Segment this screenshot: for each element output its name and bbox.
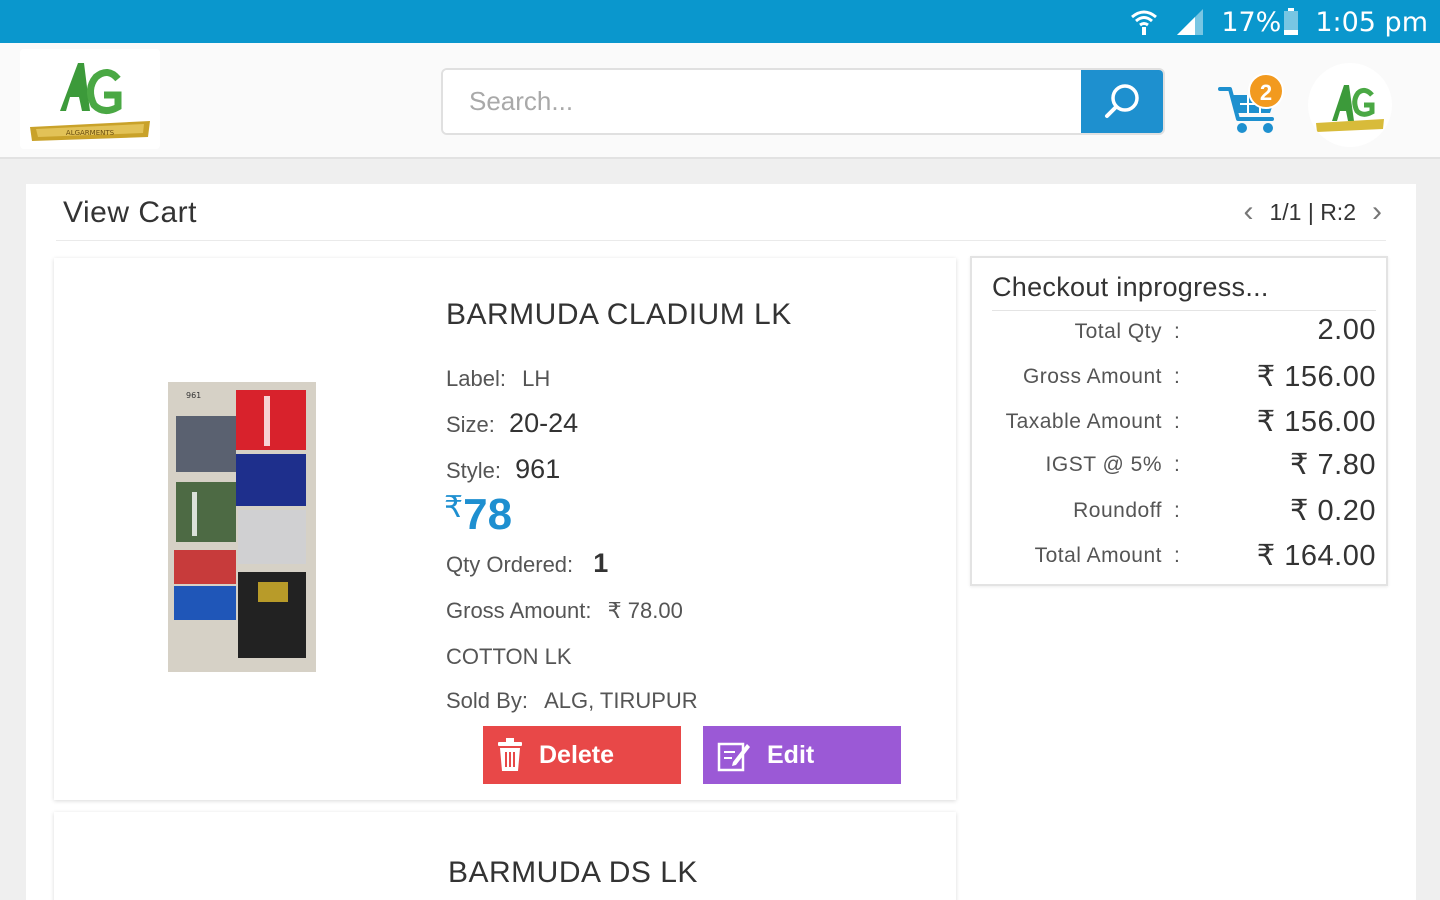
chevron-left-icon[interactable]: ‹ — [1243, 197, 1253, 227]
status-bar: 17% 1:05 pm — [0, 0, 1440, 43]
page-title: View Cart — [63, 196, 197, 229]
cart-panel: View Cart ‹ 1/1 | R:2 › 961 BARMUDA CLAD… — [26, 184, 1416, 900]
summary-row-igst: IGST @ 5% : ₹ 7.80 — [972, 447, 1386, 481]
battery-percent: 17% — [1221, 6, 1282, 38]
sold-by-caption: Sold By: — [446, 688, 528, 713]
style-row: Style: 961 — [446, 454, 560, 485]
checkout-summary: Checkout inprogress... Total Qty : 2.00 … — [970, 256, 1388, 586]
summary-label: Gross Amount — [1022, 365, 1162, 388]
size-caption: Size: — [446, 412, 495, 437]
summary-value: ₹ 0.20 — [1290, 495, 1376, 527]
currency-symbol: ₹ — [444, 490, 464, 525]
summary-label: Roundoff — [1073, 499, 1162, 522]
product-price: ₹78 — [444, 490, 512, 540]
summary-value: ₹ 164.00 — [1256, 540, 1376, 572]
summary-row-gross-amount: Gross Amount : ₹ 156.00 — [972, 359, 1386, 393]
summary-value: ₹ 156.00 — [1256, 406, 1376, 438]
summary-label: Total Qty — [1074, 320, 1162, 343]
summary-row-total-qty: Total Qty : 2.00 — [972, 314, 1386, 348]
cart-button[interactable]: 2 — [1218, 73, 1286, 137]
clock-time: 1:05 pm — [1315, 6, 1428, 38]
product-name[interactable]: BARMUDA CLADIUM LK — [446, 298, 792, 332]
summary-colon: : — [1174, 544, 1180, 567]
qty-caption: Qty Ordered: — [446, 552, 574, 577]
delete-label: Delete — [539, 740, 615, 769]
label-value: LH — [522, 366, 551, 391]
summary-row-roundoff: Roundoff : ₹ 0.20 — [972, 493, 1386, 527]
cart-item-card: BARMUDA DS LK — [54, 812, 956, 900]
summary-row-taxable-amount: Taxable Amount : ₹ 156.00 — [972, 404, 1386, 438]
summary-colon: : — [1174, 453, 1180, 476]
label-caption: Label: — [446, 366, 506, 391]
size-value: 20-24 — [509, 408, 579, 438]
gross-value: ₹ 78.00 — [607, 598, 683, 623]
search-button[interactable] — [1081, 70, 1163, 133]
summary-label: Total Amount — [1034, 544, 1162, 567]
trash-icon — [498, 738, 522, 771]
product-name[interactable]: BARMUDA DS LK — [448, 856, 698, 890]
brand-logo[interactable]: ALGARMENTS — [20, 49, 160, 149]
chevron-right-icon[interactable]: › — [1372, 197, 1382, 227]
summary-label: Taxable Amount — [1005, 410, 1162, 433]
search-input[interactable] — [443, 70, 1085, 133]
summary-colon: : — [1174, 410, 1180, 433]
cart-count-badge: 2 — [1248, 73, 1284, 109]
signal-icon — [1175, 7, 1205, 37]
qty-value: 1 — [593, 548, 609, 578]
user-avatar[interactable] — [1308, 63, 1392, 147]
edit-icon — [717, 742, 750, 772]
style-value: 961 — [515, 454, 561, 484]
svg-text:961: 961 — [186, 391, 201, 400]
size-row: Size: 20-24 — [446, 408, 578, 439]
summary-row-total-amount: Total Amount : ₹ 164.00 — [972, 538, 1386, 572]
label-row: Label: LH — [446, 366, 550, 392]
qty-row: Qty Ordered: 1 — [446, 548, 608, 579]
sold-by-value: ALG, TIRUPUR — [544, 688, 698, 713]
summary-colon: : — [1174, 365, 1180, 388]
gross-caption: Gross Amount: — [446, 598, 592, 623]
svg-text:ALGARMENTS: ALGARMENTS — [66, 129, 115, 137]
edit-button[interactable]: Edit — [703, 726, 901, 784]
product-image[interactable]: 961 — [168, 382, 316, 672]
cart-item-card: 961 BARMUDA CLADIUM LK Label: LH Size: 2… — [54, 258, 956, 800]
summary-colon: : — [1174, 320, 1180, 343]
style-caption: Style: — [446, 458, 502, 483]
app-header: ALGARMENTS 2 — [0, 43, 1440, 159]
summary-value: ₹ 156.00 — [1256, 361, 1376, 393]
search-bar — [441, 68, 1165, 135]
wifi-icon — [1129, 7, 1159, 37]
edit-label: Edit — [767, 740, 815, 769]
summary-title: Checkout inprogress... — [992, 272, 1269, 302]
summary-colon: : — [1174, 499, 1180, 522]
pagination-label: 1/1 | R:2 — [1269, 198, 1356, 225]
summary-label: IGST @ 5% — [1045, 453, 1162, 476]
divider — [56, 240, 1386, 241]
pagination: ‹ 1/1 | R:2 › — [1243, 196, 1382, 228]
summary-value: 2.00 — [1317, 314, 1376, 346]
delete-button[interactable]: Delete — [483, 726, 681, 784]
status-indicators: 17% 1:05 pm — [1129, 6, 1428, 38]
search-icon — [1105, 83, 1139, 118]
battery-icon — [1283, 8, 1299, 36]
material-text: COTTON LK — [446, 644, 572, 669]
price-value: 78 — [463, 490, 513, 539]
sold-by-row: Sold By: ALG, TIRUPUR — [446, 688, 698, 714]
gross-row: Gross Amount: ₹ 78.00 — [446, 598, 683, 624]
summary-value: ₹ 7.80 — [1290, 449, 1376, 481]
divider — [992, 310, 1376, 311]
